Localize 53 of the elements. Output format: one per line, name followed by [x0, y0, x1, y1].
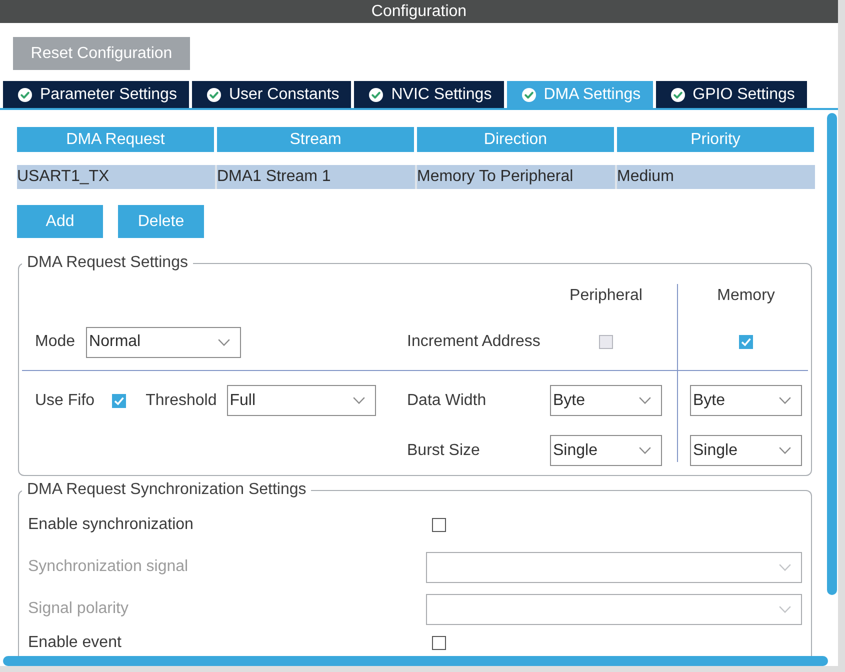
- chevron-down-icon: [639, 447, 651, 454]
- field-label: Enable synchronization: [28, 515, 194, 535]
- check-circle-icon: [522, 88, 536, 102]
- checkbox[interactable]: [432, 518, 446, 532]
- column-header: Stream: [217, 127, 414, 152]
- checkbox[interactable]: [112, 394, 126, 408]
- field-label: Use Fifo: [35, 390, 95, 410]
- horizontal-scrollbar[interactable]: [3, 656, 828, 666]
- chevron-down-icon: [779, 397, 791, 404]
- field-label: Synchronization signal: [28, 557, 188, 577]
- column-label: Peripheral: [570, 286, 642, 306]
- table-cell: DMA1 Stream 1: [217, 165, 417, 189]
- table-cell-text: Medium: [617, 167, 675, 187]
- burst-size-dropdown[interactable]: Single: [690, 435, 802, 466]
- threshold-dropdown[interactable]: Full: [226, 385, 376, 416]
- field-label: Mode: [35, 332, 76, 352]
- field-label: Signal polarity: [28, 599, 128, 619]
- field-label: Threshold: [146, 390, 217, 410]
- vertical-scrollbar[interactable]: [827, 113, 837, 595]
- mode-dropdown[interactable]: Normal: [86, 326, 242, 358]
- field-label: Data Width: [407, 390, 486, 410]
- chevron-down-icon: [218, 338, 230, 346]
- check-circle-icon: [670, 88, 685, 102]
- field-label: Increment Address: [407, 332, 540, 352]
- chevron-down-icon: [779, 564, 791, 570]
- check-circle-icon: [18, 88, 32, 102]
- column-header: Priority: [617, 127, 814, 152]
- checkbox[interactable]: [432, 636, 446, 650]
- column-label: Memory: [717, 286, 775, 306]
- check-circle-icon: [369, 88, 384, 102]
- window-title: Configuration: [371, 2, 467, 22]
- data-width-dropdown[interactable]: Byte: [690, 385, 802, 416]
- group-title: DMA Request Settings: [22, 253, 193, 273]
- chevron-down-icon: [779, 606, 791, 612]
- tab[interactable]: User Constants: [192, 81, 352, 108]
- column-header: Direction: [417, 127, 614, 152]
- field-label: Enable event: [28, 633, 122, 653]
- tab[interactable]: GPIO Settings: [656, 81, 807, 108]
- tab[interactable]: NVIC Settings: [354, 81, 504, 108]
- group-title: DMA Request Synchronization Settings: [22, 480, 312, 500]
- checkbox[interactable]: [739, 335, 753, 349]
- chevron-down-icon: [639, 397, 651, 404]
- table-row[interactable]: USART1_TX DMA1 Stream 1 Memory To Peripheral Medium: [17, 165, 815, 189]
- data-width-dropdown[interactable]: Byte: [550, 385, 662, 416]
- chevron-down-icon: [779, 447, 791, 454]
- field-label: Burst Size: [407, 440, 480, 460]
- table-cell: USART1_TX: [17, 165, 217, 189]
- column-header: DMA Request: [17, 127, 214, 152]
- tab[interactable]: Parameter Settings: [3, 81, 189, 108]
- table-cell: Memory To Peripheral: [417, 165, 617, 189]
- chevron-down-icon: [352, 397, 365, 404]
- burst-size-dropdown[interactable]: Single: [550, 435, 662, 466]
- check-circle-icon: [206, 88, 221, 102]
